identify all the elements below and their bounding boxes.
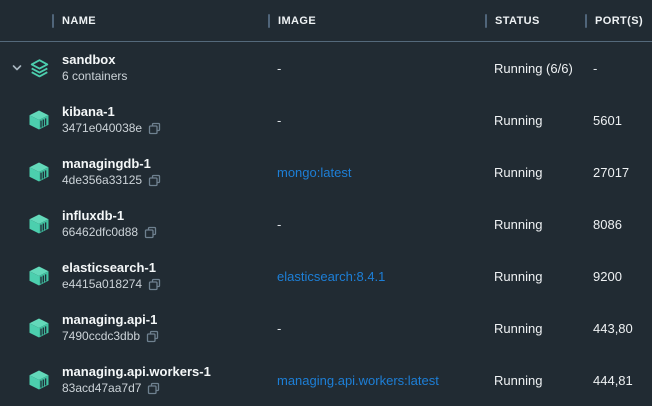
name-block: kibana-1 3471e040038e: [62, 104, 161, 136]
container-id: 83acd47aa7d7: [62, 381, 141, 396]
image-name[interactable]: elasticsearch:8.4.1: [277, 269, 385, 284]
image-name: -: [277, 217, 281, 232]
container-icon: [28, 109, 50, 131]
table-body: sandbox 6 containers - Running (6/6) - k…: [0, 42, 652, 406]
name-cell: managingdb-1 4de356a33125: [0, 156, 268, 188]
name-block: managing.api.workers-1 83acd47aa7d7: [62, 364, 211, 396]
status-cell: Running: [485, 373, 585, 388]
ports-cell: 27017: [585, 165, 652, 180]
container-icon: [28, 213, 50, 235]
name-cell: sandbox 6 containers: [0, 52, 268, 84]
ports-cell: 5601: [585, 113, 652, 128]
container-id: 7490ccdc3dbb: [62, 329, 140, 344]
container-name: sandbox: [62, 52, 127, 68]
image-cell: -: [268, 321, 485, 336]
name-block: elasticsearch-1 e4415a018274: [62, 260, 161, 292]
image-cell: -: [268, 217, 485, 232]
copy-icon[interactable]: [144, 226, 157, 239]
container-icon: [28, 317, 50, 339]
image-cell: elasticsearch:8.4.1: [268, 269, 485, 284]
table-row[interactable]: managing.api-1 7490ccdc3dbb - Running 44…: [0, 302, 652, 354]
table-row[interactable]: sandbox 6 containers - Running (6/6) -: [0, 42, 652, 94]
name-block: sandbox 6 containers: [62, 52, 127, 84]
copy-icon[interactable]: [148, 174, 161, 187]
image-cell: -: [268, 113, 485, 128]
image-name: -: [277, 61, 281, 76]
container-icon: [28, 369, 50, 391]
chevron-down-icon[interactable]: [11, 62, 23, 74]
name-cell: influxdb-1 66462dfc0d88: [0, 208, 268, 240]
containers-table: NAME IMAGE STATUS PORT(S) sandbox 6 cont…: [0, 0, 652, 405]
ports-cell: -: [585, 61, 652, 76]
container-id: 6 containers: [62, 69, 127, 84]
column-header-image[interactable]: IMAGE: [268, 14, 485, 28]
column-divider: [585, 14, 587, 28]
column-header-label: NAME: [62, 15, 96, 27]
column-header-ports[interactable]: PORT(S): [585, 14, 652, 28]
ports-cell: 8086: [585, 217, 652, 232]
image-cell: -: [268, 61, 485, 76]
container-name: managingdb-1: [62, 156, 161, 172]
container-subtitle: e4415a018274: [62, 277, 161, 292]
container-subtitle: 6 containers: [62, 69, 127, 84]
ports-cell: 444,81: [585, 373, 652, 388]
container-id: 4de356a33125: [62, 173, 142, 188]
container-subtitle: 4de356a33125: [62, 173, 161, 188]
image-name: -: [277, 113, 281, 128]
status-cell: Running: [485, 217, 585, 232]
container-name: elasticsearch-1: [62, 260, 161, 276]
table-row[interactable]: kibana-1 3471e040038e - Running 5601: [0, 94, 652, 146]
container-subtitle: 7490ccdc3dbb: [62, 329, 159, 344]
ports-cell: 443,80: [585, 321, 652, 336]
status-cell: Running: [485, 165, 585, 180]
table-row[interactable]: managing.api.workers-1 83acd47aa7d7 mana…: [0, 354, 652, 406]
column-header-label: PORT(S): [595, 15, 643, 27]
container-icon: [28, 265, 50, 287]
name-cell: elasticsearch-1 e4415a018274: [0, 260, 268, 292]
container-subtitle: 66462dfc0d88: [62, 225, 157, 240]
copy-icon[interactable]: [148, 278, 161, 291]
container-name: kibana-1: [62, 104, 161, 120]
column-divider: [268, 14, 270, 28]
compose-stack-icon: [28, 57, 50, 79]
copy-icon[interactable]: [146, 330, 159, 343]
image-name[interactable]: managing.api.workers:latest: [277, 373, 439, 388]
status-cell: Running: [485, 269, 585, 284]
table-row[interactable]: managingdb-1 4de356a33125 mongo:latest R…: [0, 146, 652, 198]
container-name: managing.api.workers-1: [62, 364, 211, 380]
column-header-name[interactable]: NAME: [0, 14, 268, 28]
ports-cell: 9200: [585, 269, 652, 284]
image-name: -: [277, 321, 281, 336]
name-block: influxdb-1 66462dfc0d88: [62, 208, 157, 240]
name-cell: managing.api-1 7490ccdc3dbb: [0, 312, 268, 344]
container-subtitle: 3471e040038e: [62, 121, 161, 136]
container-subtitle: 83acd47aa7d7: [62, 381, 211, 396]
image-cell: mongo:latest: [268, 165, 485, 180]
image-cell: managing.api.workers:latest: [268, 373, 485, 388]
copy-icon[interactable]: [148, 122, 161, 135]
container-icon: [28, 161, 50, 183]
column-divider: [485, 14, 487, 28]
table-row[interactable]: influxdb-1 66462dfc0d88 - Running 8086: [0, 198, 652, 250]
column-header-status[interactable]: STATUS: [485, 14, 585, 28]
status-cell: Running: [485, 321, 585, 336]
status-cell: Running (6/6): [485, 61, 585, 76]
container-id: 3471e040038e: [62, 121, 142, 136]
table-header: NAME IMAGE STATUS PORT(S): [0, 0, 652, 42]
image-name[interactable]: mongo:latest: [277, 165, 351, 180]
column-header-label: STATUS: [495, 15, 540, 27]
name-block: managing.api-1 7490ccdc3dbb: [62, 312, 159, 344]
container-id: 66462dfc0d88: [62, 225, 138, 240]
name-cell: managing.api.workers-1 83acd47aa7d7: [0, 364, 268, 396]
container-name: managing.api-1: [62, 312, 159, 328]
table-row[interactable]: elasticsearch-1 e4415a018274 elasticsear…: [0, 250, 652, 302]
container-name: influxdb-1: [62, 208, 157, 224]
name-block: managingdb-1 4de356a33125: [62, 156, 161, 188]
copy-icon[interactable]: [147, 382, 160, 395]
column-divider: [52, 14, 54, 28]
container-id: e4415a018274: [62, 277, 142, 292]
status-cell: Running: [485, 113, 585, 128]
name-cell: kibana-1 3471e040038e: [0, 104, 268, 136]
column-header-label: IMAGE: [278, 15, 316, 27]
